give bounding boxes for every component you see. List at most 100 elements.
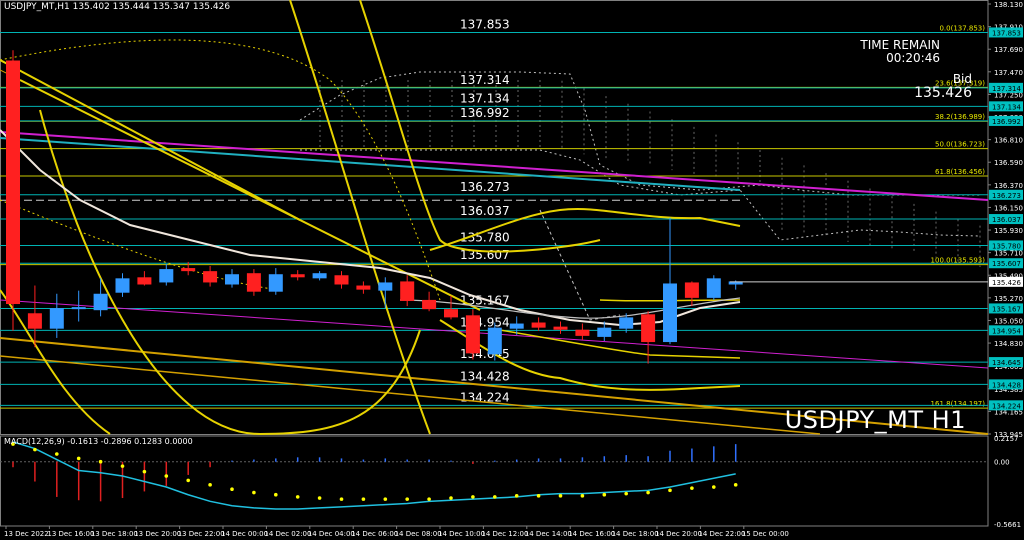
candle-body[interactable] <box>225 274 239 285</box>
x-axis-tick-label: 13 Dec 22:00 <box>178 530 225 538</box>
fib-level-label: 50.0(136.723) <box>935 141 985 149</box>
macd-dot <box>33 447 37 452</box>
macd-dot <box>230 487 234 492</box>
x-axis-tick-label: 14 Dec 10:00 <box>438 530 485 538</box>
candle-body[interactable] <box>290 274 305 278</box>
candle-body[interactable] <box>203 271 218 283</box>
candle-body[interactable] <box>181 268 196 272</box>
bid-price-tag-label: 135.426 <box>992 279 1021 287</box>
macd-dot <box>186 478 190 483</box>
x-axis-tick-label: 14 Dec 06:00 <box>351 530 398 538</box>
x-axis-tick-label: 14 Dec 16:00 <box>568 530 615 538</box>
price-tag-label: 137.314 <box>992 85 1021 93</box>
x-axis-tick-label: 14 Dec 00:00 <box>221 530 268 538</box>
x-axis-tick-label: 13 Dec 2022 <box>4 530 49 538</box>
macd-label: MACD(12,26,9) -0.1613 -0.2896 0.1283 0.0… <box>4 437 193 446</box>
candle-body[interactable] <box>378 282 393 291</box>
price-tag-label: 136.273 <box>992 192 1021 200</box>
sr-level-label: 136.037 <box>460 204 510 218</box>
candle-body[interactable] <box>6 60 20 305</box>
candle-body[interactable] <box>575 329 590 336</box>
candle-body[interactable] <box>487 327 502 355</box>
macd-dot <box>558 494 563 498</box>
big-symbol-label: USDJPY_MT H1 <box>784 406 966 434</box>
candle-body[interactable] <box>356 285 371 290</box>
trading-chart[interactable]: 0.0(137.853)23.6(137.319)38.2(136.989)50… <box>0 0 1024 540</box>
macd-dot <box>493 495 497 499</box>
candle-body[interactable] <box>706 278 721 298</box>
price-tag-label: 135.780 <box>992 242 1021 250</box>
macd-dot <box>98 459 103 464</box>
envelope-curve-d <box>39 109 421 436</box>
candle-body[interactable] <box>444 309 458 318</box>
macd-dot <box>449 496 453 500</box>
macd-dot <box>580 494 585 498</box>
x-axis-tick-label: 14 Dec 18:00 <box>612 530 659 538</box>
candle-body[interactable] <box>531 322 546 328</box>
macd-dot <box>164 474 169 478</box>
macd-y-axis-label: 0.2157 <box>994 435 1019 443</box>
y-axis-tick-label: 135.710 <box>994 250 1023 258</box>
candle-body[interactable] <box>115 278 130 293</box>
macd-dot <box>339 497 344 501</box>
price-tag-label: 134.645 <box>992 359 1021 367</box>
macd-dot <box>646 490 650 495</box>
candle-body[interactable] <box>553 326 568 330</box>
fib-level-label: 61.8(136.456) <box>935 168 985 176</box>
candle-body[interactable] <box>509 323 524 329</box>
candle-body[interactable] <box>137 277 152 285</box>
candle-body[interactable] <box>268 274 283 292</box>
trend-line-orange-b <box>0 355 821 435</box>
candle-body[interactable] <box>400 281 415 301</box>
moving-average-line <box>0 129 741 327</box>
candle-body[interactable] <box>49 308 64 329</box>
candle-body[interactable] <box>619 317 634 329</box>
y-axis-tick-label: 135.930 <box>994 227 1023 235</box>
candle-body[interactable] <box>312 273 327 279</box>
sr-level-label: 137.134 <box>460 91 510 105</box>
macd-dot <box>120 464 125 468</box>
candle-body[interactable] <box>422 299 437 310</box>
x-axis-tick-label: 14 Dec 12:00 <box>481 530 528 538</box>
macd-dot <box>361 497 366 501</box>
candle-body[interactable] <box>465 315 480 354</box>
price-tag-label: 134.428 <box>992 381 1021 389</box>
macd-dot <box>690 486 694 490</box>
candle-body[interactable] <box>641 314 656 343</box>
candle-body[interactable] <box>93 293 108 311</box>
y-axis-tick-label: 138.130 <box>994 1 1023 9</box>
macd-dot <box>142 469 147 474</box>
fib-level-label: 0.0(137.853) <box>939 24 985 32</box>
y-axis-tick-label: 136.810 <box>994 137 1023 145</box>
candle-body[interactable] <box>334 275 349 285</box>
y-axis-tick-label: 137.470 <box>994 69 1023 77</box>
candle-body[interactable] <box>246 273 261 292</box>
macd-dot <box>602 492 607 497</box>
candle-body[interactable] <box>663 283 677 343</box>
x-axis-tick-label: 14 Dec 20:00 <box>655 530 702 538</box>
x-axis-tick-label: 14 Dec 22:00 <box>698 530 745 538</box>
macd-dot <box>383 497 388 501</box>
candle-body[interactable] <box>597 327 612 337</box>
candle-body[interactable] <box>27 313 42 329</box>
price-tag-label: 136.037 <box>992 216 1021 224</box>
candle-body[interactable] <box>684 282 699 298</box>
y-axis-tick-label: 136.370 <box>994 182 1023 190</box>
candle-body[interactable] <box>159 269 174 283</box>
sr-level-label: 136.992 <box>460 106 510 120</box>
bid-value: 135.426 <box>914 85 972 101</box>
macd-frame <box>0 435 989 527</box>
price-tag-label: 137.134 <box>992 103 1021 111</box>
sr-level-label: 136.273 <box>460 180 510 194</box>
macd-y-axis-label: -0.5661 <box>994 521 1021 529</box>
bid-label: Bid <box>952 72 972 86</box>
candle-body[interactable] <box>71 307 86 310</box>
macd-dot <box>317 496 322 500</box>
macd-dot <box>668 488 672 493</box>
sr-level-label: 137.853 <box>460 17 510 31</box>
macd-dot <box>274 492 278 497</box>
price-tag-label: 135.607 <box>992 260 1021 268</box>
macd-dot <box>471 495 475 499</box>
x-axis-tick-label: 14 Dec 02:00 <box>264 530 311 538</box>
x-axis-tick-label: 14 Dec 04:00 <box>308 530 355 538</box>
